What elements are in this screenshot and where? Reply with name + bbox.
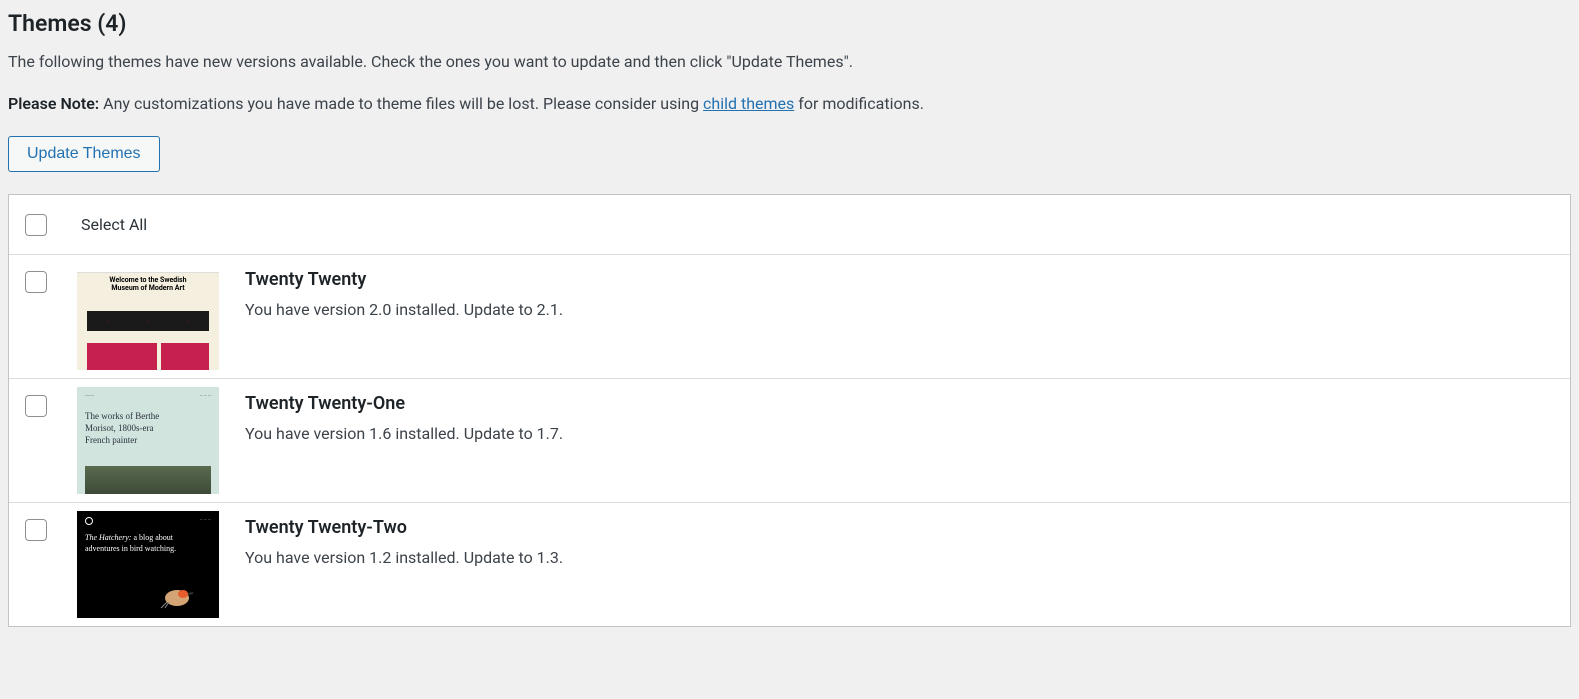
theme-thumbnail: — — — The Hatchery: a blog about adventu… <box>77 511 219 618</box>
theme-thumbnail: Welcome to the Swedish Museum of Modern … <box>77 263 219 370</box>
theme-name: Twenty Twenty-One <box>245 393 1554 414</box>
theme-name: Twenty Twenty <box>245 269 1554 290</box>
theme-version-text: You have version 1.6 installed. Update t… <box>245 424 1554 443</box>
theme-checkbox[interactable] <box>25 271 47 293</box>
intro-text: The following themes have new versions a… <box>8 49 1571 75</box>
table-row: ——— — — — The works of Berthe Morisot, 1… <box>9 379 1570 503</box>
child-themes-link[interactable]: child themes <box>703 94 794 113</box>
theme-checkbox[interactable] <box>25 395 47 417</box>
bird-icon <box>159 584 195 610</box>
table-row: Welcome to the Swedish Museum of Modern … <box>9 255 1570 379</box>
theme-thumbnail: ——— — — — The works of Berthe Morisot, 1… <box>77 387 219 494</box>
theme-version-text: You have version 2.0 installed. Update t… <box>245 300 1554 319</box>
theme-checkbox[interactable] <box>25 519 47 541</box>
themes-heading: Themes (4) <box>8 0 1571 49</box>
themes-table: Select All Welcome to the Swedish Museum… <box>8 194 1571 627</box>
note-text: Please Note: Any customizations you have… <box>8 91 1571 117</box>
theme-version-text: You have version 1.2 installed. Update t… <box>245 548 1554 567</box>
theme-name: Twenty Twenty-Two <box>245 517 1554 538</box>
select-all-label[interactable]: Select All <box>69 195 147 254</box>
table-row: — — — The Hatchery: a blog about adventu… <box>9 503 1570 626</box>
select-all-row: Select All <box>9 195 1570 255</box>
update-themes-button[interactable]: Update Themes <box>8 136 160 172</box>
select-all-checkbox[interactable] <box>25 214 47 236</box>
